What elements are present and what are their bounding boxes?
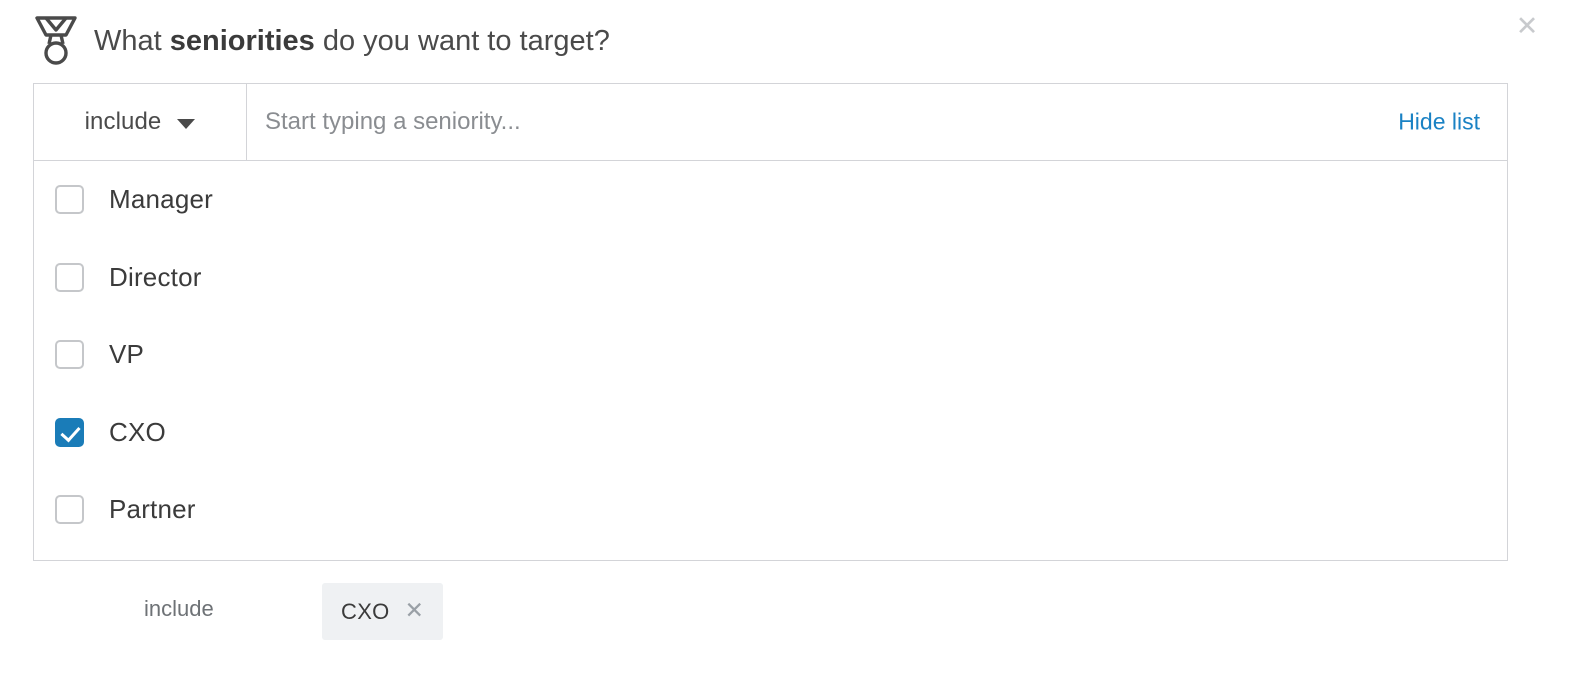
question-suffix: do you want to target? [315, 25, 610, 57]
question-prefix: What [94, 25, 170, 57]
list-item-label: VP [109, 339, 144, 370]
list-item[interactable]: CXO [34, 394, 1507, 472]
page-title: What seniorities do you want to target? [94, 22, 610, 60]
list-item[interactable]: Director [34, 239, 1507, 317]
checkbox[interactable] [55, 263, 84, 292]
checkbox[interactable] [55, 495, 84, 524]
dropdown-value: include [85, 108, 162, 136]
seniority-search-input[interactable] [247, 102, 1265, 142]
checkbox[interactable] [55, 418, 84, 447]
checkbox[interactable] [55, 185, 84, 214]
medal-icon [33, 14, 79, 66]
seniority-combo-bar: include Hide list [33, 83, 1508, 161]
close-icon[interactable]: ✕ [1512, 12, 1542, 42]
list-item-label: Director [109, 262, 202, 293]
close-icon[interactable]: ✕ [405, 600, 424, 623]
list-item[interactable]: VP [34, 316, 1507, 394]
hide-list-link[interactable]: Hide list [1398, 109, 1480, 136]
dialog-header: What seniorities do you want to target? … [0, 0, 1578, 83]
list-item-label: CXO [109, 417, 166, 448]
checkbox[interactable] [55, 340, 84, 369]
question-emphasis: seniorities [170, 25, 315, 57]
seniority-option-list[interactable]: Manager Director VP CXO Partner [33, 161, 1508, 561]
selected-chip: CXO ✕ [322, 583, 443, 640]
list-item[interactable]: Partner [34, 471, 1507, 549]
list-item-label: Manager [109, 184, 213, 215]
list-item-label: Partner [109, 494, 196, 525]
include-exclude-dropdown[interactable]: include [34, 84, 247, 160]
selection-summary: include CXO ✕ [33, 578, 1508, 648]
summary-mode-label: include [144, 596, 214, 622]
list-item[interactable]: Manager [34, 161, 1507, 239]
chevron-down-icon [177, 119, 195, 129]
typeahead-region: Hide list [247, 84, 1507, 160]
chip-label: CXO [341, 599, 390, 625]
